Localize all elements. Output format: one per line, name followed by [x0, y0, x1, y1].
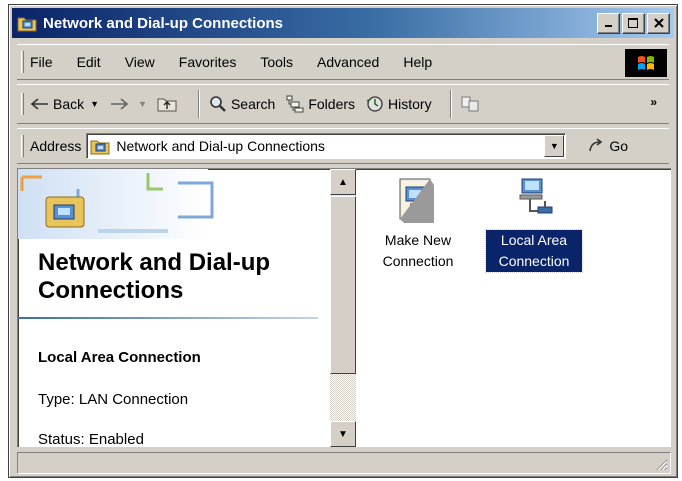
file-list: Make New Connection Local Area Connectio…	[356, 169, 671, 447]
up-folder-button[interactable]	[157, 95, 180, 113]
vertical-scrollbar[interactable]: ▲ ▼	[330, 169, 356, 447]
menu-tools[interactable]: Tools	[260, 54, 293, 70]
back-dropdown-icon[interactable]: ▼	[90, 99, 99, 109]
local-area-connection-item[interactable]: Local Area Connection	[485, 175, 583, 273]
forward-dropdown-icon[interactable]: ▼	[138, 99, 147, 109]
address-field[interactable]: Network and Dial-up Connections ▼	[86, 133, 567, 159]
local-area-connection-label: Local Area Connection	[485, 229, 583, 273]
selected-item-name: Local Area Connection	[38, 349, 201, 366]
make-new-connection-label: Make New Connection	[382, 232, 454, 269]
status-bar	[17, 452, 671, 474]
history-label: History	[388, 96, 432, 112]
maximize-button[interactable]	[622, 12, 645, 34]
minimize-button[interactable]	[597, 12, 620, 34]
menubar-grip[interactable]	[21, 51, 24, 73]
address-dropdown-button[interactable]: ▼	[544, 135, 565, 157]
address-label: Address	[30, 138, 82, 154]
toolbar-grip[interactable]	[21, 93, 24, 115]
menu-help[interactable]: Help	[403, 54, 432, 70]
toolbar-separator-2	[449, 90, 452, 118]
move-to-icon	[460, 95, 480, 113]
scroll-down-button[interactable]: ▼	[330, 421, 356, 447]
connection-type: Type: LAN Connection	[38, 391, 189, 408]
folders-icon	[285, 95, 305, 113]
connection-status: Status: Enabled	[38, 431, 144, 447]
pane-title: Network and Dial-up Connections	[38, 249, 271, 304]
standard-toolbar: Back ▼ ▼ Search Folders History »	[17, 84, 669, 124]
history-button[interactable]: History	[365, 95, 432, 113]
forward-arrow-icon	[109, 95, 129, 113]
title-bar[interactable]: Network and Dial-up Connections	[12, 8, 674, 38]
menu-file[interactable]: File	[30, 54, 53, 70]
move-to-button[interactable]	[460, 95, 483, 113]
windows-logo-icon	[625, 49, 667, 77]
up-folder-icon	[157, 95, 177, 113]
scroll-thumb[interactable]	[330, 196, 356, 374]
content-area: Network and Dial-up Connections Local Ar…	[17, 168, 671, 447]
search-button[interactable]: Search	[208, 95, 275, 113]
explorer-window: Network and Dial-up Connections File Edi…	[8, 4, 678, 478]
address-bar: Address Network and Dial-up Connections …	[17, 128, 669, 164]
address-value: Network and Dial-up Connections	[116, 138, 325, 154]
forward-button[interactable]: ▼	[109, 95, 147, 113]
toolbar-separator	[197, 90, 200, 118]
make-new-connection-item[interactable]: Make New Connection	[370, 175, 466, 272]
web-view-pane: Network and Dial-up Connections Local Ar…	[18, 169, 330, 447]
back-label: Back	[53, 96, 85, 112]
folders-label: Folders	[308, 96, 356, 112]
search-icon	[208, 95, 228, 113]
lan-connection-icon	[519, 178, 553, 214]
make-new-connection-icon	[399, 178, 434, 223]
back-arrow-icon	[30, 95, 50, 113]
address-folder-icon	[90, 137, 110, 155]
back-button[interactable]: Back ▼	[30, 95, 99, 113]
resize-grip-icon[interactable]	[654, 457, 668, 471]
folders-button[interactable]: Folders	[285, 95, 355, 113]
go-arrow-icon	[588, 138, 606, 154]
go-label: Go	[609, 138, 629, 154]
addressbar-grip[interactable]	[21, 135, 24, 157]
search-label: Search	[230, 96, 276, 112]
close-button[interactable]	[647, 12, 670, 34]
maximize-icon	[628, 17, 638, 28]
menu-edit[interactable]: Edit	[77, 54, 101, 70]
menu-view[interactable]: View	[125, 54, 155, 70]
banner-art	[18, 169, 214, 239]
menu-advanced[interactable]: Advanced	[317, 54, 379, 70]
window-title: Network and Dial-up Connections	[43, 14, 284, 32]
go-button[interactable]: Go	[588, 138, 628, 154]
minimize-icon	[604, 25, 612, 27]
history-icon	[365, 95, 385, 113]
menu-favorites[interactable]: Favorites	[179, 54, 237, 70]
pane-divider	[18, 317, 318, 319]
scroll-up-button[interactable]: ▲	[330, 169, 356, 195]
toolbar-chevron[interactable]: »	[650, 95, 657, 109]
close-icon	[653, 18, 664, 28]
network-folder-icon	[17, 14, 37, 32]
menu-bar: File Edit View Favorites Tools Advanced …	[17, 44, 669, 80]
